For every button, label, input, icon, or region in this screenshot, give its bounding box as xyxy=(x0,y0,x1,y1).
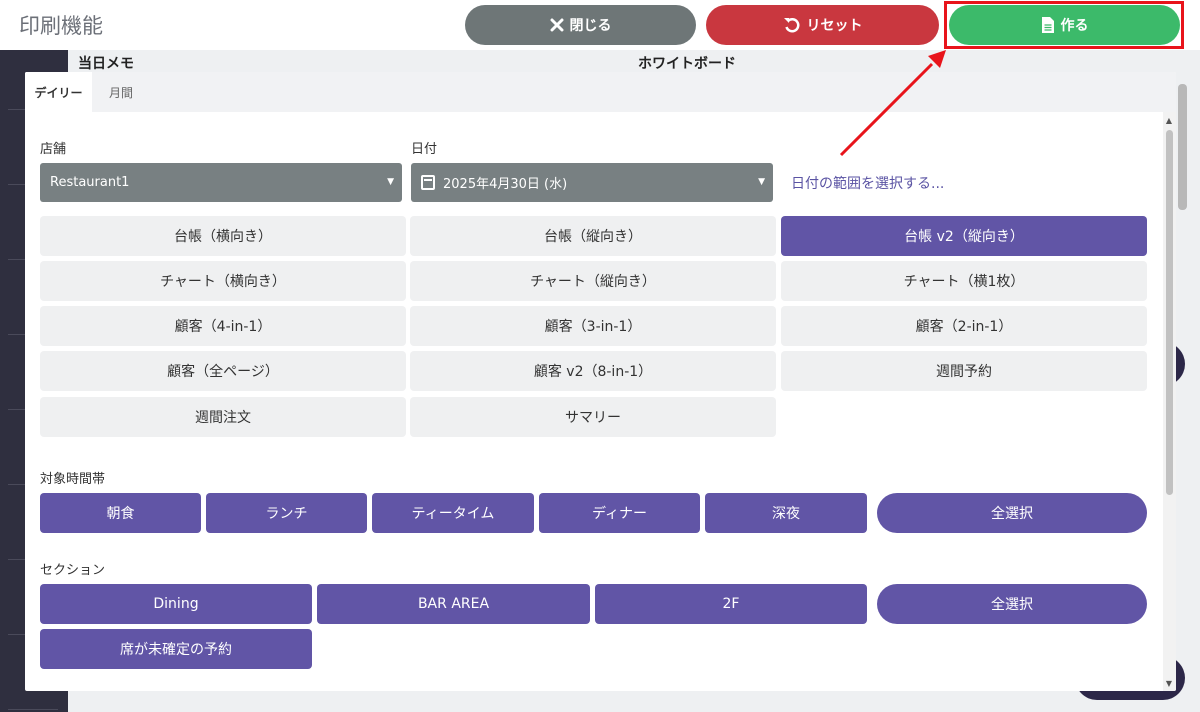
section-label: セクション xyxy=(40,563,106,578)
whiteboard-label: ホワイトボード xyxy=(638,56,736,72)
timeslot-button[interactable]: 深夜 xyxy=(705,493,867,533)
close-label: 閉じる xyxy=(569,18,612,34)
template-button[interactable]: 顧客 v2（8-in-1） xyxy=(410,351,776,391)
calendar-icon xyxy=(421,175,435,190)
section-button[interactable]: Dining xyxy=(40,584,312,624)
scroll-up-icon[interactable]: ▲ xyxy=(1164,116,1174,126)
modal-scrollbar-thumb[interactable] xyxy=(1166,130,1173,495)
template-button[interactable]: チャート（横向き） xyxy=(40,261,406,301)
scroll-down-icon[interactable]: ▼ xyxy=(1164,679,1174,689)
caret-down-icon: ▼ xyxy=(387,177,394,187)
timeslot-label: 対象時間帯 xyxy=(40,472,106,487)
template-button[interactable]: チャート（縦向き） xyxy=(410,261,776,301)
timeslot-button[interactable]: 朝食 xyxy=(40,493,201,533)
template-button[interactable]: 顧客（3-in-1） xyxy=(410,306,776,346)
memo-label: 当日メモ xyxy=(78,56,134,72)
tab-bar: デイリー 月間 xyxy=(25,72,1176,112)
date-range-link[interactable]: 日付の範囲を選択する... xyxy=(791,173,944,193)
annotation-highlight-box xyxy=(944,1,1184,49)
close-icon xyxy=(550,18,563,32)
template-button[interactable]: 顧客（4-in-1） xyxy=(40,306,406,346)
store-label: 店舗 xyxy=(40,142,67,157)
background-scrollbar xyxy=(1178,84,1187,210)
template-button[interactable]: 週間注文 xyxy=(40,397,406,437)
template-button[interactable]: 顧客（2-in-1） xyxy=(781,306,1147,346)
template-button[interactable]: チャート（横1枚） xyxy=(781,261,1147,301)
timeslot-button[interactable]: ランチ xyxy=(206,493,367,533)
date-value: 2025年4月30日 (水) xyxy=(443,177,568,192)
timeslot-button[interactable]: ディナー xyxy=(539,493,700,533)
close-button[interactable]: 閉じる xyxy=(465,5,696,45)
section-select-all-button[interactable]: 全選択 xyxy=(877,584,1147,624)
undo-icon xyxy=(783,18,799,33)
template-button[interactable]: 週間予約 xyxy=(781,351,1147,391)
template-button[interactable]: 顧客（全ページ） xyxy=(40,351,406,391)
store-select[interactable]: Restaurant1 ▼ xyxy=(40,163,402,202)
unassigned-section-button[interactable]: 席が未確定の予約 xyxy=(40,629,312,669)
section-button[interactable]: 2F xyxy=(595,584,867,624)
print-modal: デイリー 月間 ▲ ▼ 店舗 Restaurant1 ▼ 日付 2025年4月3… xyxy=(25,72,1176,691)
reset-label: リセット xyxy=(806,18,863,34)
page-title: 印刷機能 xyxy=(19,14,103,38)
template-button-selected[interactable]: 台帳 v2（縦向き） xyxy=(781,216,1147,256)
section-button[interactable]: BAR AREA xyxy=(317,584,590,624)
date-label: 日付 xyxy=(411,142,438,157)
template-button[interactable]: 台帳（横向き） xyxy=(40,216,406,256)
template-button[interactable]: サマリー xyxy=(410,397,776,437)
reset-button[interactable]: リセット xyxy=(706,5,939,45)
date-select[interactable]: 2025年4月30日 (水) ▼ xyxy=(411,163,773,202)
tab-daily[interactable]: デイリー xyxy=(25,72,92,112)
store-value: Restaurant1 xyxy=(50,175,130,190)
tab-monthly[interactable]: 月間 xyxy=(92,72,150,112)
timeslot-select-all-button[interactable]: 全選択 xyxy=(877,493,1147,533)
timeslot-button[interactable]: ティータイム xyxy=(372,493,534,533)
caret-down-icon: ▼ xyxy=(758,177,765,187)
template-button[interactable]: 台帳（縦向き） xyxy=(410,216,776,256)
